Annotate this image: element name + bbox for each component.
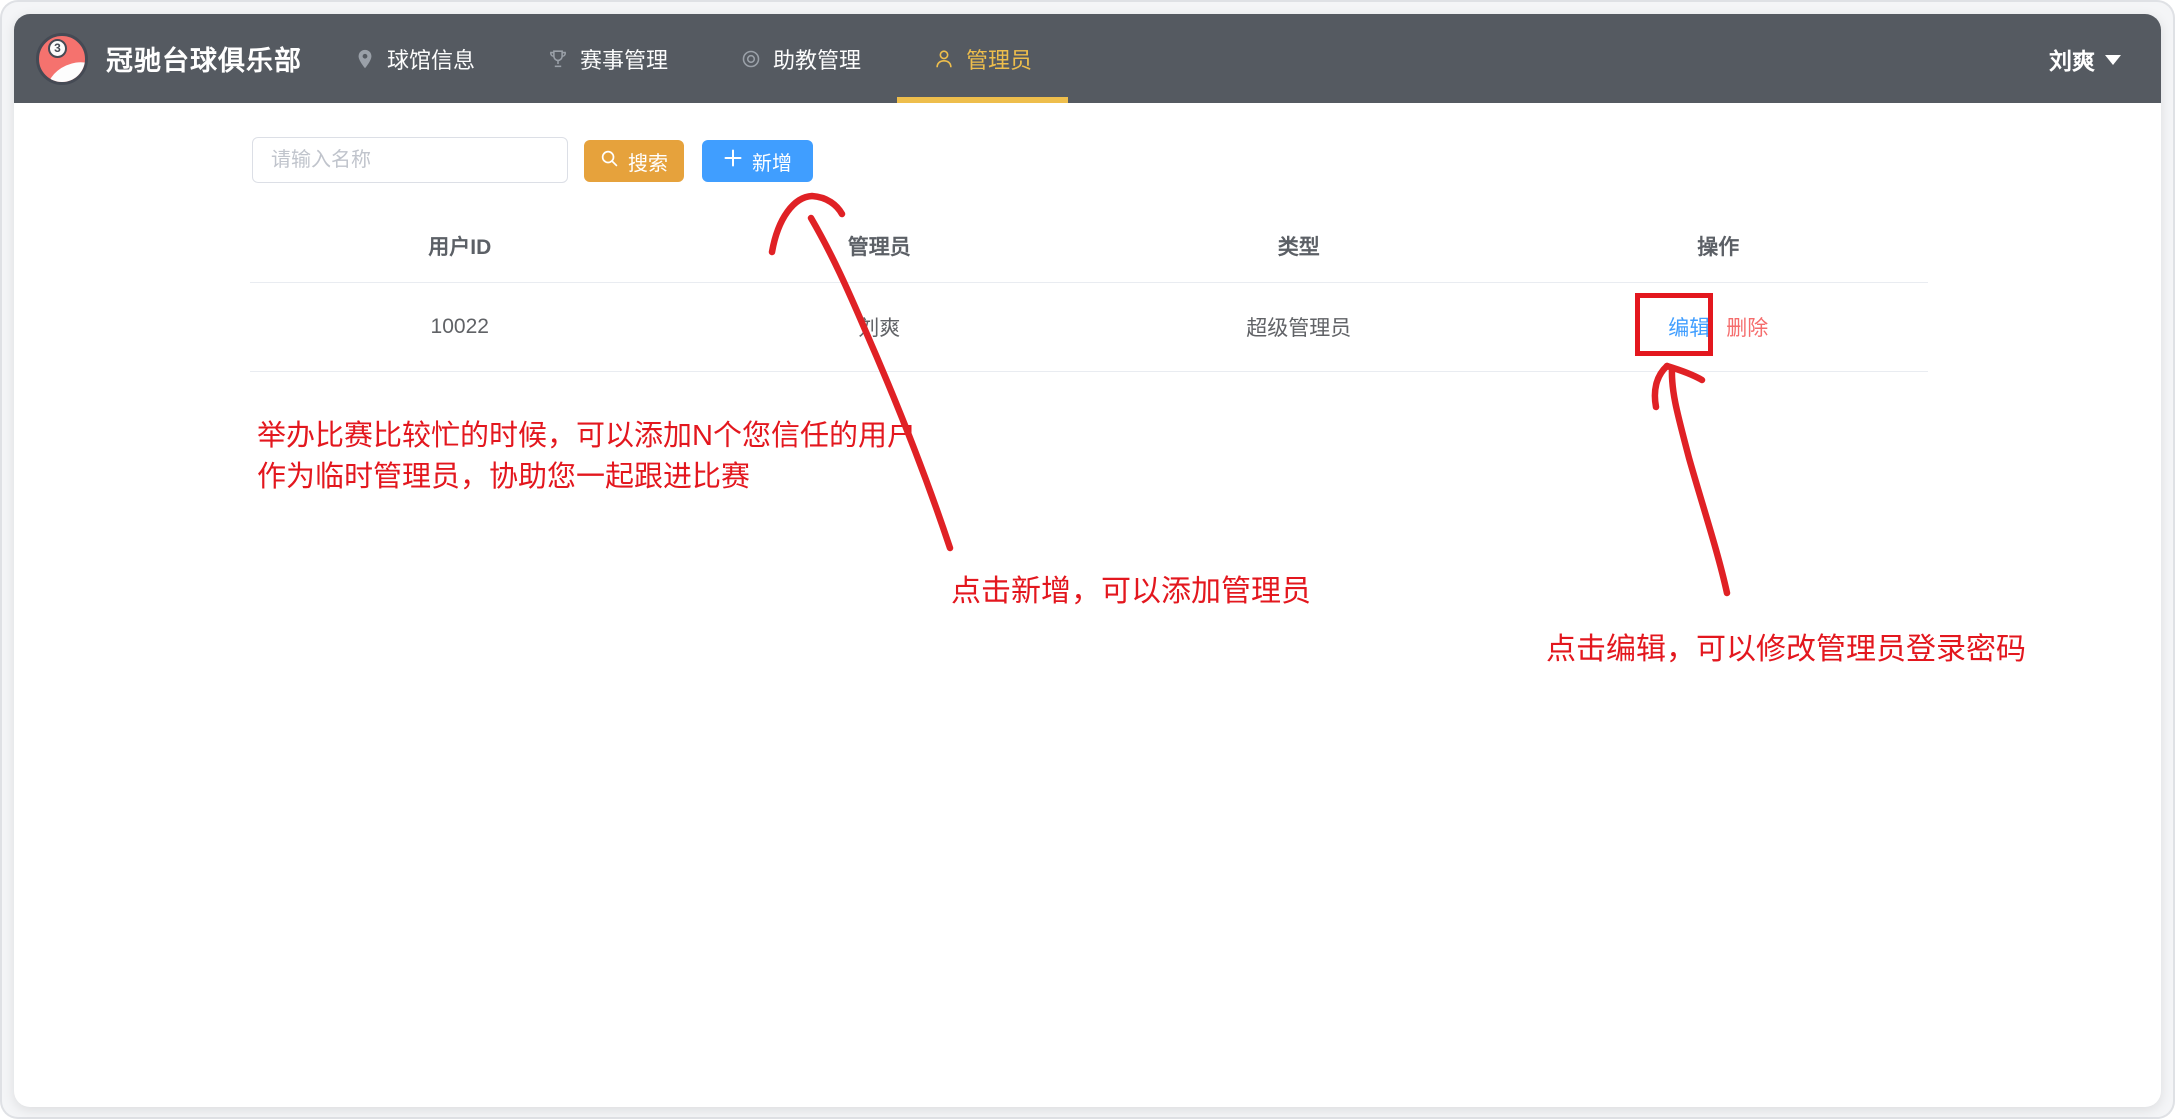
edit-link[interactable]: 编辑 [1668,312,1710,342]
chevron-down-icon [2105,55,2121,65]
add-button[interactable]: 新增 [702,140,813,182]
nav-item-administrators[interactable]: 管理员 [897,14,1068,103]
nav-item-assistant-management[interactable]: 助教管理 [704,14,897,103]
nav-label: 助教管理 [773,43,861,75]
column-header-type: 类型 [1089,231,1509,261]
cell-admin: 刘爽 [670,312,1090,342]
nav-label: 管理员 [966,43,1032,75]
main-nav: 球馆信息 赛事管理 [318,14,1068,103]
nav-label: 球馆信息 [387,43,475,75]
annotation-note: 举办比赛比较忙的时候，可以添加N个您信任的用户 作为临时管理员，协助您一起跟进比… [257,416,916,498]
column-header-admin: 管理员 [670,231,1090,261]
table-row: 10022 刘爽 超级管理员 编辑 删除 [250,283,1928,372]
column-header-actions: 操作 [1509,231,1929,261]
brand-title: 冠驰台球俱乐部 [106,39,302,78]
edit-arrow-shaft [1672,368,1727,593]
delete-link[interactable]: 删除 [1726,312,1768,342]
user-menu[interactable]: 刘爽 [2049,42,2121,76]
whistle-icon [740,48,762,70]
plus-icon [723,148,743,174]
add-button-label: 新增 [752,147,792,176]
location-pin-icon [354,48,376,70]
column-header-user-id: 用户ID [250,231,670,261]
annotation-note-line1: 举办比赛比较忙的时候，可以添加N个您信任的用户 [257,416,916,457]
table-header-row: 用户ID 管理员 类型 操作 [250,210,1928,283]
cell-actions: 编辑 删除 [1509,312,1929,342]
nav-item-venue-info[interactable]: 球馆信息 [318,14,511,103]
search-icon [600,149,619,174]
search-button[interactable]: 搜索 [584,140,684,182]
ball-number: 3 [48,39,67,58]
top-navbar: 3 冠驰台球俱乐部 球馆信息 [14,14,2161,103]
trophy-icon [547,48,569,70]
nav-label: 赛事管理 [580,43,668,75]
admin-table: 用户ID 管理员 类型 操作 10022 刘爽 超级管理员 编辑 删除 [250,210,1928,372]
person-icon [933,48,955,70]
user-name: 刘爽 [2049,42,2095,76]
cell-type: 超级管理员 [1089,312,1509,342]
annotation-edit-tip: 点击编辑，可以修改管理员登录密码 [1546,624,2026,668]
nav-item-event-management[interactable]: 赛事管理 [511,14,704,103]
ball-crescent [42,54,88,84]
main-card: 3 冠驰台球俱乐部 球馆信息 [14,14,2161,1107]
search-input[interactable] [252,137,568,183]
search-button-label: 搜索 [628,147,668,176]
app-window: 3 冠驰台球俱乐部 球馆信息 [0,0,2175,1119]
edit-arrow-head-left [1655,366,1667,407]
annotation-add-tip: 点击新增，可以添加管理员 [951,566,1311,610]
cell-user-id: 10022 [250,315,670,339]
billiard-ball-logo: 3 [36,33,88,85]
annotation-note-line2: 作为临时管理员，协助您一起跟进比赛 [257,457,916,498]
